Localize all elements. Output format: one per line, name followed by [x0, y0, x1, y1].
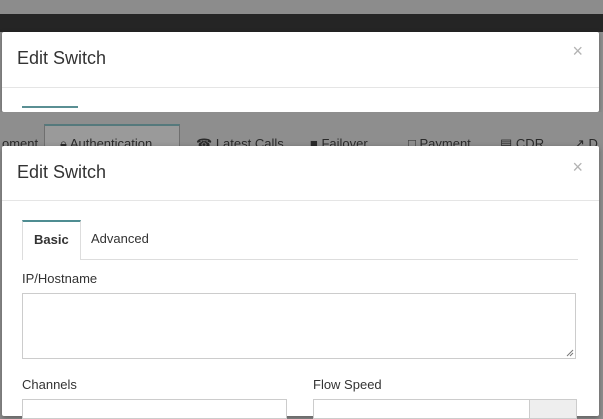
tab-advanced[interactable]: Advanced: [80, 220, 160, 258]
modal-title: Edit Switch: [17, 162, 107, 182]
close-icon[interactable]: ×: [572, 158, 583, 176]
flow-speed-addon: [529, 399, 577, 419]
background-nav-item-failover: ■ Failover: [310, 136, 368, 146]
background-modal-title: Edit Switch: [17, 48, 107, 68]
background-nav-item-latest-calls: ☎ Latest Calls: [196, 136, 284, 146]
background-nav-item-payment: □ Payment: [408, 136, 471, 146]
background-nav-item-cdr: ▤ CDR: [500, 136, 544, 146]
background-modal-divider: [2, 87, 599, 88]
lock-icon: 🔒︎: [60, 136, 67, 146]
external-link-icon: ↗: [574, 136, 585, 146]
ip-hostname-label: IP/Hostname: [22, 271, 98, 286]
background-nav-strip: oment 🔒︎ Authentication ☎ Latest Calls ■…: [0, 112, 603, 146]
edit-switch-modal: Edit Switch × Basic Advanced IP/Hostname…: [2, 146, 599, 419]
flow-speed-input[interactable]: [313, 399, 530, 419]
background-nav-item-more: ↗ D: [574, 136, 598, 146]
resize-handle-icon[interactable]: [566, 349, 574, 357]
users-icon: ■: [310, 136, 318, 146]
background-edit-switch-modal: Edit Switch ×: [2, 32, 599, 112]
ip-hostname-textarea[interactable]: [22, 293, 576, 359]
background-nav-item-authentication: 🔒︎ Authentication: [60, 136, 152, 146]
channels-label: Channels: [22, 377, 77, 392]
list-icon: ▤: [500, 136, 513, 146]
phone-icon: ☎: [196, 136, 213, 146]
tab-basic[interactable]: Basic: [22, 220, 81, 260]
channels-input[interactable]: [22, 399, 287, 419]
app-header-band: [0, 14, 603, 32]
modal-header-divider: [2, 200, 599, 201]
flow-speed-label: Flow Speed: [313, 377, 382, 392]
app-top-bar: [0, 0, 603, 14]
modal-tabs: Basic Advanced: [22, 220, 578, 260]
dollar-icon: □: [408, 136, 416, 146]
background-active-tab-indicator: [22, 106, 78, 108]
background-close-icon: ×: [572, 41, 583, 61]
background-nav-item-payment-partial: oment: [2, 136, 39, 146]
